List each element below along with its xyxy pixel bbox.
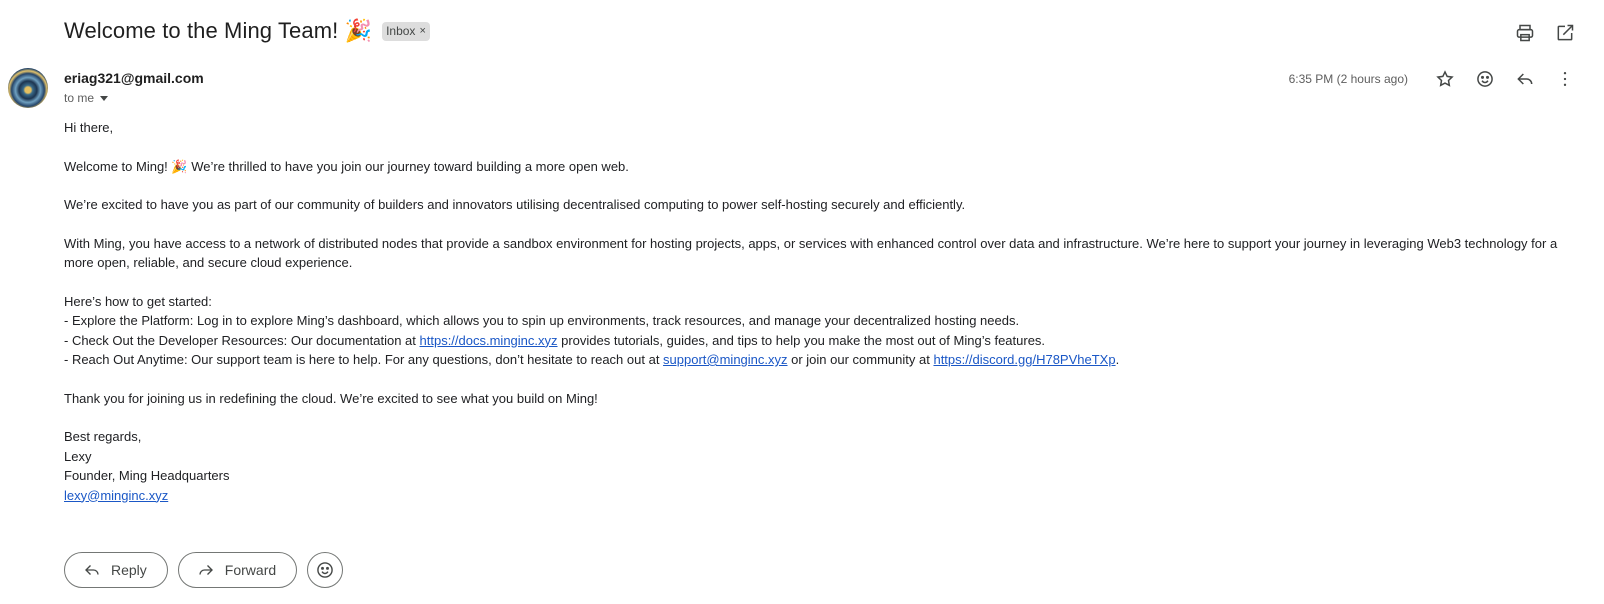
reply-button[interactable]: Reply [64, 552, 168, 588]
docs-link[interactable]: https://docs.minginc.xyz [420, 333, 558, 348]
step3-text-end: . [1115, 352, 1120, 367]
step3-text-mid: or join our community at [787, 352, 934, 367]
forward-icon [199, 565, 213, 575]
email-subject: Welcome to the Ming Team! 🎉 [64, 18, 373, 43]
step-developer-resources: - Check Out the Developer Resources: Our… [64, 331, 1564, 351]
label-chip-inbox[interactable]: Inbox × [382, 21, 430, 41]
reply-icon [85, 565, 99, 575]
recipient-label: to me [64, 91, 95, 105]
reply-button-label: Reply [111, 562, 147, 578]
step3-text: - Reach Out Anytime: Our support team is… [64, 352, 664, 367]
step-reach-out: - Reach Out Anytime: Our support team is… [64, 350, 1564, 370]
more-vert-icon[interactable] [1554, 68, 1576, 90]
forward-button[interactable]: Forward [177, 552, 298, 588]
access-paragraph: With Ming, you have access to a network … [64, 235, 1558, 271]
email-body: Hi there, Welcome to Ming! 🎉 We’re thril… [64, 118, 1564, 524]
getting-started-heading: Here’s how to get started: [64, 293, 212, 309]
recipient-details[interactable]: to me [64, 91, 109, 105]
label-chip-text: Inbox [386, 23, 416, 38]
emoji-reaction-button[interactable] [307, 552, 344, 588]
reply-icon[interactable] [1514, 68, 1536, 90]
signature-title: Founder, Ming Headquarters [64, 468, 230, 483]
step-explore: - Explore the Platform: Log in to explor… [64, 313, 1020, 328]
welcome-paragraph: Welcome to Ming! 🎉 We’re thrilled to hav… [64, 158, 629, 174]
message-timestamp: 6:35 PM (2 hours ago) [1288, 72, 1408, 86]
remove-label-icon[interactable]: × [419, 24, 425, 39]
signoff: Best regards, [64, 429, 142, 444]
sender-avatar[interactable] [8, 68, 48, 108]
getting-started-section: Here’s how to get started: - Explore the… [64, 292, 1564, 370]
thanks-paragraph: Thank you for joining us in redefining t… [64, 390, 598, 406]
emoji-icon [317, 562, 333, 578]
chevron-down-icon[interactable] [100, 96, 109, 101]
print-icon[interactable] [1514, 22, 1536, 44]
step2-text: - Check Out the Developer Resources: Our… [64, 332, 420, 348]
excited-paragraph: We’re excited to have you as part of our… [64, 197, 966, 212]
step2-text-end: provides tutorials, guides, and tips to … [557, 332, 1046, 348]
email-view: Welcome to the Ming Team! 🎉 Inbox × eria… [0, 0, 1604, 604]
thread-actions [1514, 22, 1576, 44]
open-in-new-window-icon[interactable] [1554, 22, 1576, 44]
support-email-link[interactable]: support@minginc.xyz [663, 352, 787, 367]
sender-email[interactable]: eriag321@gmail.com [64, 70, 204, 86]
message-actions: 6:35 PM (2 hours ago) [1289, 68, 1576, 90]
star-icon[interactable] [1434, 68, 1456, 90]
signature: Best regards, Lexy Founder, Ming Headqua… [64, 427, 1564, 505]
signature-name: Lexy [64, 448, 92, 464]
greeting: Hi there, [64, 120, 114, 135]
reply-actions: Reply Forward [64, 552, 344, 588]
forward-button-label: Forward [224, 562, 277, 578]
discord-link[interactable]: https://discord.gg/H78PVheTXp [933, 352, 1115, 367]
subject-row: Welcome to the Ming Team! 🎉 Inbox × [64, 18, 430, 44]
signature-email-link[interactable]: lexy@minginc.xyz [64, 486, 1564, 506]
emoji-reaction-icon[interactable] [1474, 68, 1496, 90]
